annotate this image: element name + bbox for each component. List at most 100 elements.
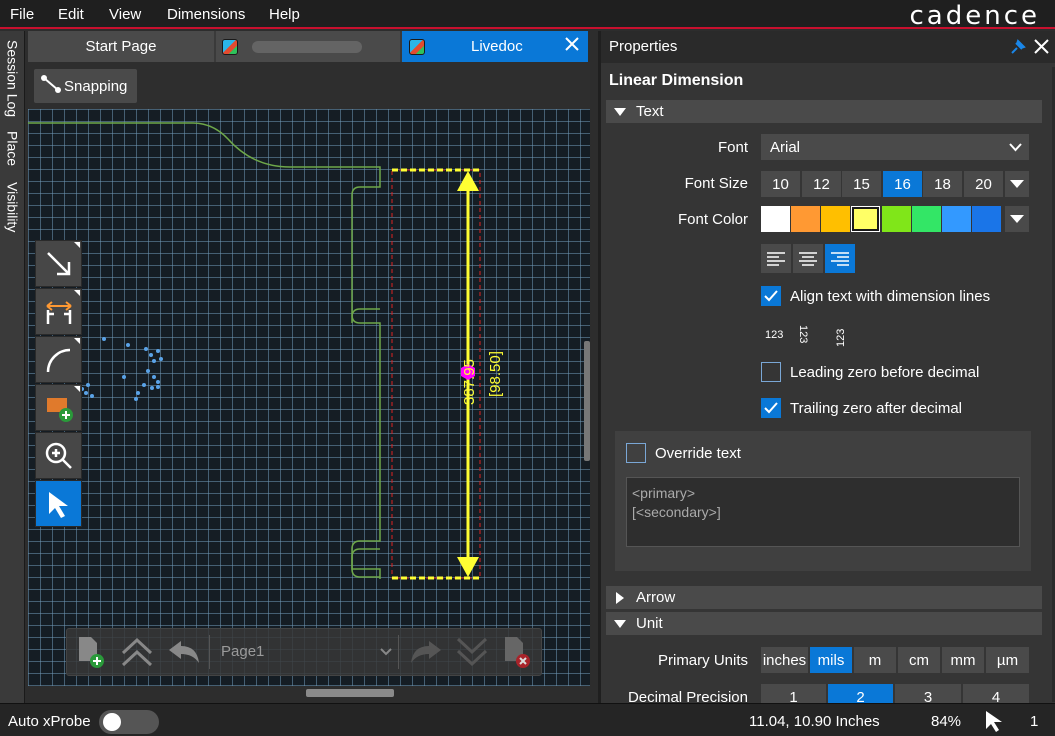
leading-zero-checkbox[interactable]: [761, 362, 781, 382]
dimension-secondary-text: [98.50]: [487, 351, 504, 397]
orientation-horizontal-button[interactable]: 123: [765, 329, 783, 341]
precision-1[interactable]: 1: [761, 684, 826, 703]
font-color-swatch[interactable]: [821, 206, 850, 232]
undo-button[interactable]: [167, 639, 201, 668]
snapping-icon: [40, 73, 62, 99]
snapping-button[interactable]: Snapping: [34, 69, 137, 103]
placement-tools: [35, 240, 82, 527]
close-icon[interactable]: [1033, 38, 1050, 58]
add-page-button[interactable]: [75, 635, 107, 672]
zoom-tool-button[interactable]: [35, 432, 82, 479]
first-page-button[interactable]: [121, 637, 153, 670]
font-color-swatch[interactable]: [882, 206, 911, 232]
dimension-tool-button[interactable]: [35, 240, 82, 287]
linear-dimension-icon: [45, 300, 72, 324]
tab-hidden-document[interactable]: [216, 31, 400, 62]
delete-page-icon: [505, 637, 530, 668]
orientation-rotated-ccw-button[interactable]: 123: [835, 329, 847, 347]
tab-visibility[interactable]: Visibility: [0, 175, 25, 239]
via-cluster: [80, 337, 163, 401]
precision-3[interactable]: 3: [895, 684, 961, 703]
document-icon: [222, 38, 238, 55]
tab-session-log[interactable]: Session Log: [0, 35, 25, 123]
tab-start-page[interactable]: Start Page: [28, 31, 214, 62]
font-size-20[interactable]: 20: [964, 171, 1003, 197]
align-text-checkbox[interactable]: [761, 286, 781, 306]
font-color-swatch[interactable]: [972, 206, 1001, 232]
linear-dimension-tool-button[interactable]: [35, 288, 82, 335]
unit-mils[interactable]: mils: [810, 647, 852, 673]
design-canvas[interactable]: 387.95 [98.50]: [28, 109, 590, 686]
redo-button[interactable]: [409, 639, 443, 668]
page-select-value: Page1: [221, 643, 265, 660]
font-color-swatch[interactable]: [791, 206, 820, 232]
unit-section-header[interactable]: Unit: [606, 612, 1042, 635]
document-tab-bar: Start Page Livedoc: [28, 31, 588, 62]
unit-cm[interactable]: cm: [898, 647, 940, 673]
font-color-swatch[interactable]: [942, 206, 971, 232]
chevron-down-icon: [1010, 180, 1024, 188]
text-section-label: Text: [636, 103, 664, 120]
tab-place[interactable]: Place: [0, 129, 25, 169]
precision-2[interactable]: 2: [828, 684, 893, 703]
font-size-15[interactable]: 15: [842, 171, 881, 197]
override-text-label: Override text: [655, 445, 741, 462]
font-color-more-button[interactable]: [1005, 206, 1029, 232]
align-center-button[interactable]: [793, 244, 823, 273]
collapse-icon: [614, 107, 626, 116]
checkmark-icon: [764, 290, 778, 302]
font-size-18[interactable]: 18: [923, 171, 962, 197]
override-text-input[interactable]: <primary> [<secondary>]: [626, 477, 1020, 547]
page-navigation-bar: Page1: [66, 628, 542, 676]
font-size-16[interactable]: 16: [883, 171, 922, 197]
unit-um[interactable]: µm: [986, 647, 1029, 673]
unit-m[interactable]: m: [854, 647, 896, 673]
align-left-button[interactable]: [761, 244, 791, 273]
select-tool-button[interactable]: [35, 480, 82, 527]
orientation-rotated-button[interactable]: 123: [797, 325, 809, 343]
menu-help[interactable]: Help: [269, 6, 300, 23]
unit-inches[interactable]: inches: [761, 647, 808, 673]
selection-count: 1: [1030, 713, 1039, 730]
align-text-label: Align text with dimension lines: [790, 288, 991, 305]
page-select[interactable]: Page1: [209, 635, 399, 669]
tab-livedoc[interactable]: Livedoc: [402, 31, 588, 62]
menu-edit[interactable]: Edit: [58, 6, 84, 23]
arrow-section-header[interactable]: Arrow: [606, 586, 1042, 609]
font-select[interactable]: Arial: [761, 134, 1029, 160]
unit-mm[interactable]: mm: [942, 647, 984, 673]
arc-tool-button[interactable]: [35, 336, 82, 383]
text-section-header[interactable]: Text: [606, 100, 1042, 123]
close-tab-icon[interactable]: [564, 36, 580, 56]
pin-icon[interactable]: [1009, 38, 1027, 59]
trailing-zero-checkbox[interactable]: [761, 398, 781, 418]
override-text-checkbox[interactable]: [626, 443, 646, 463]
delete-page-button[interactable]: [501, 635, 533, 672]
auto-xprobe-toggle[interactable]: [99, 710, 159, 734]
override-line-secondary: [<secondary>]: [632, 504, 721, 520]
font-select-value: Arial: [770, 139, 801, 156]
align-center-icon: [799, 251, 817, 266]
precision-4[interactable]: 4: [963, 684, 1029, 703]
menu-file[interactable]: File: [10, 6, 34, 23]
font-size-more-button[interactable]: [1005, 171, 1029, 197]
align-right-button[interactable]: [825, 244, 855, 273]
chevron-down-icon: [1009, 143, 1022, 152]
font-color-swatch[interactable]: [851, 206, 880, 232]
chevron-down-icon: [380, 648, 392, 656]
arrow-section-label: Arrow: [636, 589, 676, 606]
menu-dimensions[interactable]: Dimensions: [167, 6, 245, 23]
font-size-10[interactable]: 10: [761, 171, 800, 197]
last-page-button[interactable]: [456, 637, 488, 670]
font-color-swatch[interactable]: [912, 206, 941, 232]
canvas-horizontal-scrollbar[interactable]: [306, 689, 394, 697]
add-image-tool-button[interactable]: [35, 384, 82, 431]
canvas-vertical-scrollbar[interactable]: [584, 341, 590, 461]
override-line-primary: <primary>: [632, 485, 696, 501]
zoom-level: 84%: [931, 713, 962, 730]
trailing-zero-label: Trailing zero after decimal: [790, 400, 963, 417]
cadence-logo: cadence®: [909, 0, 1048, 31]
menu-view[interactable]: View: [109, 6, 141, 23]
font-size-12[interactable]: 12: [802, 171, 841, 197]
font-color-swatch[interactable]: [761, 206, 790, 232]
